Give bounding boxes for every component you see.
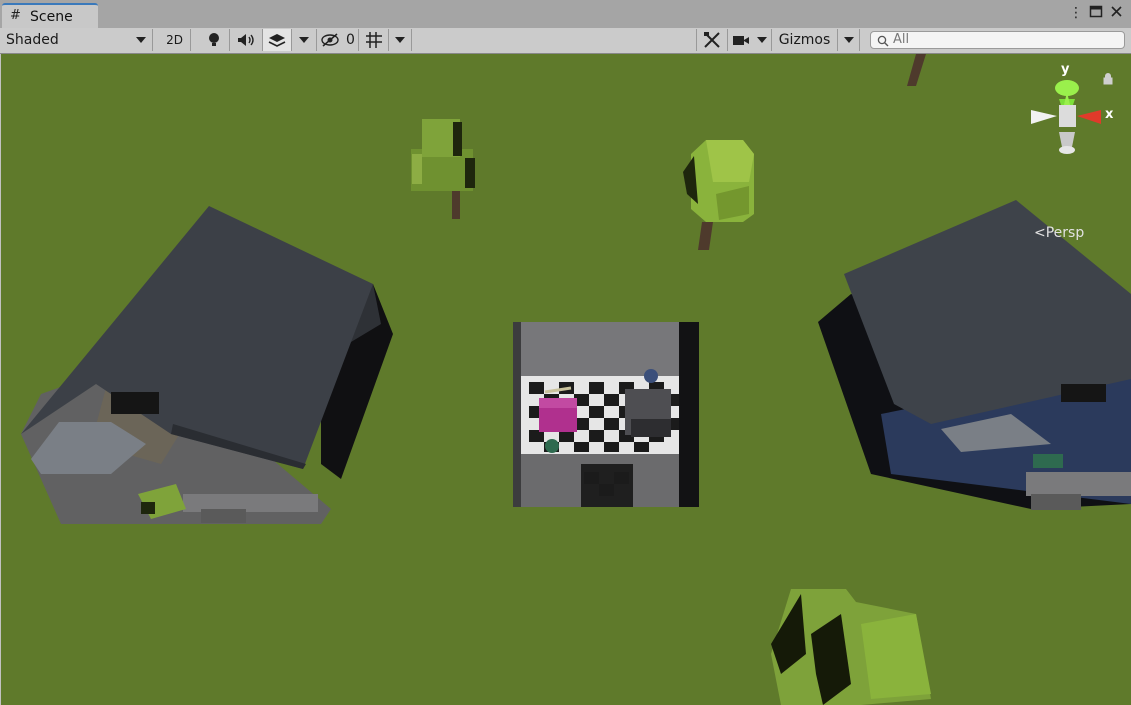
center-room[interactable] — [513, 322, 699, 507]
chevron-down-icon — [299, 37, 309, 43]
search-icon — [877, 35, 889, 47]
perspective-icon: < — [1034, 225, 1046, 241]
camera-icon — [732, 35, 749, 45]
chevron-down-icon — [395, 37, 405, 43]
toggle-2d-label: 2D — [166, 33, 183, 47]
projection-label: Persp — [1045, 225, 1085, 241]
scene-toolbar: Shaded 2D 0 Gizmos All — [0, 28, 1131, 54]
projection-toggle[interactable]: <Persp — [1034, 225, 1084, 241]
shading-mode-label: Shaded — [6, 32, 59, 48]
grid-icon — [365, 32, 382, 48]
lock-icon[interactable] — [1103, 73, 1113, 85]
audio-toggle[interactable] — [230, 29, 263, 51]
tab-scene-label: Scene — [30, 9, 73, 25]
gizmos-label: Gizmos — [778, 32, 831, 48]
layers-icon — [268, 34, 286, 47]
scene-visibility-toggle[interactable]: 0 — [317, 29, 359, 51]
lighting-toggle[interactable] — [199, 29, 230, 51]
grid-dropdown[interactable] — [389, 29, 412, 51]
tab-scene[interactable]: # Scene — [2, 3, 98, 28]
shading-mode-dropdown[interactable]: Shaded — [0, 29, 153, 51]
scene-viewport[interactable]: y x <Persp — [1, 54, 1131, 705]
grid-toggle[interactable] — [359, 29, 389, 51]
gizmos-dropdown[interactable] — [838, 29, 860, 51]
axis-x-label: x — [1105, 107, 1114, 122]
search-placeholder: All — [893, 32, 910, 47]
effects-toggle[interactable] — [263, 29, 292, 51]
speaker-icon — [238, 34, 254, 46]
scene-render — [1, 54, 1131, 705]
kebab-icon[interactable]: ⋮ — [1069, 5, 1083, 21]
toggle-2d-button[interactable]: 2D — [159, 29, 191, 51]
search-input[interactable]: All — [870, 31, 1125, 49]
bulb-icon — [209, 33, 219, 46]
scene-hash-icon: # — [10, 8, 21, 23]
tools-button[interactable] — [696, 29, 728, 51]
hidden-count: 0 — [346, 32, 355, 48]
chevron-down-icon — [136, 37, 146, 43]
close-icon[interactable] — [1110, 5, 1123, 22]
hidden-eye-icon — [321, 33, 339, 47]
axis-y-label: y — [1061, 62, 1070, 77]
chevron-down-icon — [757, 37, 768, 43]
effects-dropdown[interactable] — [292, 29, 317, 51]
tools-icon — [704, 32, 720, 48]
window-tab-bar: # Scene ⋮ — [0, 0, 1131, 29]
maximize-icon[interactable] — [1089, 5, 1103, 23]
gizmos-button[interactable]: Gizmos — [772, 29, 838, 51]
camera-settings-button[interactable] — [728, 29, 772, 51]
chevron-down-icon — [843, 37, 854, 43]
